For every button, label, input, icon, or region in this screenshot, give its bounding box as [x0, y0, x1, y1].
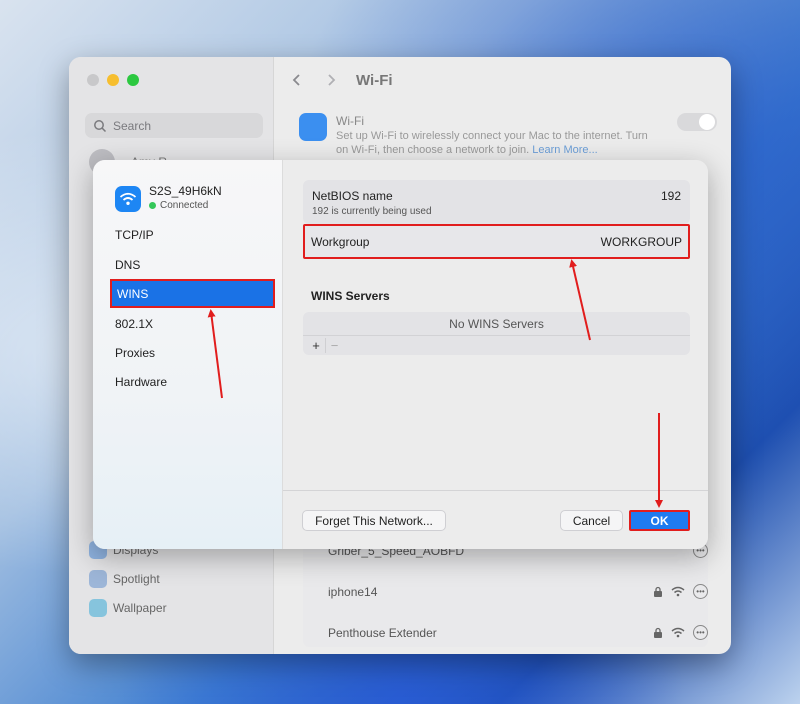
network-list: Griber_5_Speed_AOBFD ••• iphone14 ••• Pe…	[303, 537, 708, 647]
wins-settings-panel: NetBIOS name 192 192 is currently being …	[283, 160, 708, 549]
sidebar-item-wallpaper[interactable]: Wallpaper	[89, 599, 167, 617]
list-item[interactable]: Penthouse Extender •••	[328, 625, 708, 640]
page-title: Wi-Fi	[356, 71, 393, 89]
lock-icon	[654, 627, 662, 638]
sheet-footer: Forget This Network... Cancel OK	[283, 490, 708, 549]
sidebar-item-label: Wallpaper	[113, 601, 167, 615]
minimize-window-button[interactable]	[107, 74, 119, 86]
wifi-signal-icon	[671, 586, 685, 597]
network-details-sheet: S2S_49H6kN Connected TCP/IP DNS WINS 802…	[93, 160, 708, 549]
network-name: iphone14	[328, 584, 378, 599]
wins-servers-heading: WINS Servers	[311, 289, 390, 303]
more-icon[interactable]: •••	[693, 584, 708, 599]
chevron-left-icon	[292, 74, 300, 86]
sidebar-item-hardware[interactable]: Hardware	[110, 369, 273, 394]
connected-dot-icon	[149, 202, 156, 209]
maximize-window-button[interactable]	[127, 74, 139, 86]
netbios-row: NetBIOS name 192 192 is currently being …	[303, 180, 690, 224]
network-header: S2S_49H6kN Connected	[115, 184, 222, 212]
details-sidebar: S2S_49H6kN Connected TCP/IP DNS WINS 802…	[93, 160, 283, 549]
wifi-signal-icon	[671, 627, 685, 638]
sidebar-item-wins[interactable]: WINS	[110, 279, 275, 308]
search-icon	[94, 119, 107, 132]
wifi-card-title: Wi-Fi	[336, 114, 364, 128]
wallpaper-icon	[89, 599, 107, 617]
wifi-description-text: Set up Wi-Fi to wirelessly connect your …	[336, 130, 648, 156]
close-window-button[interactable]	[87, 74, 99, 86]
back-button[interactable]	[286, 69, 308, 91]
netbios-label: NetBIOS name	[312, 189, 393, 203]
connection-status: Connected	[149, 200, 222, 211]
forget-network-button[interactable]: Forget This Network...	[302, 510, 446, 531]
network-name: S2S_49H6kN	[149, 184, 222, 198]
status-text: Connected	[160, 200, 209, 211]
lock-icon	[654, 586, 662, 597]
workgroup-label: Workgroup	[311, 235, 370, 249]
cancel-button[interactable]: Cancel	[560, 510, 623, 531]
spotlight-icon	[89, 570, 107, 588]
list-item[interactable]: iphone14 •••	[328, 584, 708, 599]
chevron-right-icon	[328, 74, 336, 86]
ok-button[interactable]: OK	[629, 510, 690, 531]
workgroup-row: Workgroup WORKGROUP	[303, 224, 690, 259]
window-toolbar: Wi-Fi	[274, 57, 731, 103]
wifi-toggle[interactable]	[677, 113, 717, 131]
wifi-icon	[115, 186, 141, 212]
sidebar-item-label: Spotlight	[113, 572, 160, 586]
wins-empty-text: No WINS Servers	[449, 317, 544, 331]
wifi-icon	[299, 113, 327, 141]
add-server-button[interactable]: +	[307, 338, 325, 353]
netbios-input[interactable]: 192	[661, 189, 681, 203]
more-icon[interactable]: •••	[693, 625, 708, 640]
wifi-card-description: Set up Wi-Fi to wirelessly connect your …	[336, 129, 656, 157]
sidebar-item-proxies[interactable]: Proxies	[110, 340, 273, 365]
sidebar-item-tcpip[interactable]: TCP/IP	[110, 222, 273, 247]
wifi-summary-card: Wi-Fi Set up Wi-Fi to wirelessly connect…	[295, 107, 717, 165]
remove-server-button[interactable]: −	[325, 338, 343, 353]
workgroup-input[interactable]: WORKGROUP	[601, 235, 682, 249]
wins-servers-list: No WINS Servers + −	[303, 312, 690, 355]
sidebar-item-spotlight[interactable]: Spotlight	[89, 570, 160, 588]
wins-list-toolbar: + −	[303, 335, 690, 355]
network-name: Penthouse Extender	[328, 625, 437, 640]
forward-button[interactable]	[320, 69, 342, 91]
sidebar-item-8021x[interactable]: 802.1X	[110, 311, 273, 336]
search-input[interactable]: Search	[85, 113, 263, 138]
search-placeholder: Search	[113, 118, 152, 133]
sidebar-item-dns[interactable]: DNS	[110, 252, 273, 277]
learn-more-link[interactable]: Learn More...	[532, 144, 597, 156]
netbios-subtext: 192 is currently being used	[312, 206, 432, 217]
